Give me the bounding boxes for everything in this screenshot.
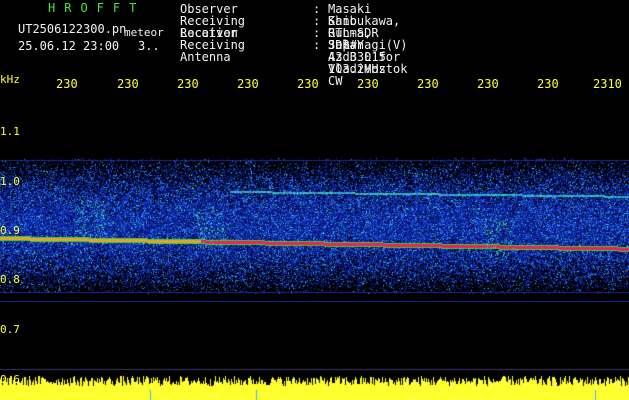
header-key: Receiving Antenna: [180, 38, 246, 64]
datetime-label: 25.06.12 23:00: [18, 39, 120, 53]
freq-tick: 0.7: [0, 323, 20, 336]
time-tick: 230: [357, 77, 379, 91]
time-tick: 230: [177, 77, 199, 91]
count-label: 3..: [138, 39, 160, 53]
khz-unit-label: kHz: [0, 73, 20, 86]
time-tick: 230: [537, 77, 559, 91]
time-tick: 230: [477, 77, 499, 91]
meteor-tag: meteor: [124, 26, 164, 39]
freq-tick: 0.6: [0, 373, 20, 386]
freq-tick: 0.9: [0, 224, 20, 237]
time-tick: 230: [117, 77, 139, 91]
filename-label: UT2506122300.pn: [18, 22, 127, 36]
header-value: 3el Yagi(V) Az 330 for Vladivostok: [328, 38, 408, 76]
time-tick: 230: [297, 77, 319, 91]
time-tick: 230: [56, 77, 78, 91]
freq-tick: 0.8: [0, 273, 20, 286]
time-tick: 230: [237, 77, 259, 91]
freq-tick: 1.1: [0, 125, 20, 138]
time-tick: 2310: [593, 77, 622, 91]
hrofft-logo: HROFFT: [48, 1, 146, 15]
time-tick: 230: [417, 77, 439, 91]
freq-tick: 1.0: [0, 175, 20, 188]
spectrogram-waterfall: [0, 98, 629, 400]
